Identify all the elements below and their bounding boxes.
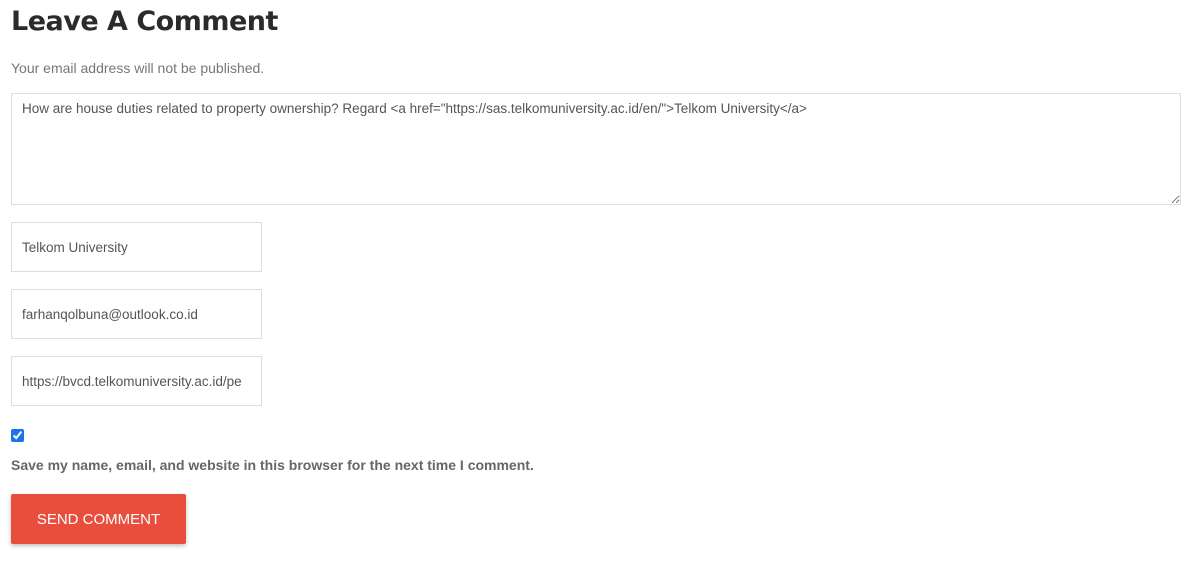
email-privacy-note: Your email address will not be published… — [11, 60, 265, 76]
save-info-label: Save my name, email, and website in this… — [11, 457, 534, 473]
website-field[interactable] — [11, 356, 262, 406]
send-comment-button[interactable]: SEND COMMENT — [11, 494, 186, 544]
form-title: Leave A Comment — [11, 6, 278, 37]
name-field[interactable] — [11, 222, 262, 272]
comment-textarea[interactable]: How are house duties related to property… — [11, 93, 1181, 205]
email-field[interactable] — [11, 289, 262, 339]
save-info-checkbox[interactable] — [11, 429, 24, 442]
